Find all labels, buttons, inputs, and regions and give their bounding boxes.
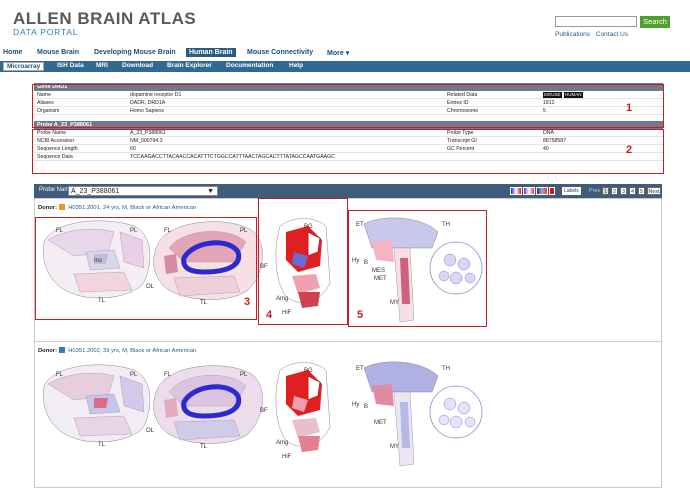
annotation-box-4 [258, 198, 348, 325]
chevron-down-icon: ▾ [345, 50, 350, 57]
region-label-fl: FL [56, 372, 64, 378]
region-label-tl: TL [200, 444, 208, 450]
search-input[interactable] [555, 16, 637, 27]
donor-2-header: Donor: H0351.2002, 39 yrs, M, Black or A… [38, 347, 196, 354]
donor-color-swatch [58, 204, 65, 210]
annotation-number-5: 5 [357, 309, 364, 321]
probe-toolbar: Probe Name: A_23_P388061 ▼ Labels Prev 1… [34, 184, 662, 198]
annotation-number-3: 3 [244, 296, 251, 308]
subnav-documentation[interactable]: Documentation [226, 62, 273, 69]
coronal-slice-view[interactable] [275, 362, 331, 453]
subnav-help[interactable]: Help [289, 62, 303, 69]
nav-home[interactable]: Home [3, 49, 22, 56]
annotation-box-2 [32, 129, 664, 174]
contact-us-link[interactable]: Contact Us [596, 31, 628, 38]
search-button[interactable]: Search [640, 16, 670, 28]
color-scale-selector[interactable] [510, 187, 560, 195]
donor-label: Donor: [38, 348, 57, 354]
annotation-box-3 [35, 217, 257, 320]
donor-label: Donor: [38, 205, 57, 211]
donor-color-swatch [58, 347, 65, 353]
annotation-number-1: 1 [626, 102, 633, 114]
region-label-amg: Amg [276, 440, 288, 446]
donor-2-link[interactable]: H0351.2002, 39 yrs, M, Black or African … [68, 348, 196, 354]
subnav-download[interactable]: Download [122, 62, 153, 69]
region-label-bf: BF [260, 408, 268, 414]
page-1-button[interactable]: 1 [602, 187, 609, 195]
nav-human-brain[interactable]: Human Brain [186, 48, 236, 57]
subnav-mri[interactable]: MRI [96, 62, 108, 69]
region-label-my: MY [390, 444, 399, 450]
color-swatch-icon[interactable] [549, 187, 555, 195]
publications-link[interactable]: Publications [555, 31, 590, 38]
probe-select[interactable]: A_23_P388061 ▼ [68, 186, 218, 196]
subnav-brain-explorer[interactable]: Brain Explorer [167, 62, 212, 69]
region-label-pl: PL [240, 372, 248, 378]
color-scale-icon[interactable] [510, 187, 522, 195]
page-5-button[interactable]: 5 [638, 187, 645, 195]
site-title[interactable]: ALLEN BRAIN ATLAS [13, 9, 196, 29]
donor-1-link[interactable]: H0351.2001, 24 yrs, M, Black or African … [68, 205, 196, 211]
region-label-th: TH [442, 366, 450, 372]
nav-mouse-brain[interactable]: Mouse Brain [37, 49, 79, 56]
sagittal-brainstem-view[interactable] [363, 361, 483, 467]
chevron-down-icon: ▼ [207, 188, 214, 195]
labels-button[interactable]: Labels [562, 187, 581, 195]
region-label-ol: OL [146, 428, 155, 434]
secondary-nav: Microarray ISH Data MRI Download Brain E… [0, 61, 690, 72]
page-4-button[interactable]: 4 [629, 187, 636, 195]
region-label-b: B [364, 404, 368, 410]
region-label-et: ET [356, 366, 364, 372]
nav-mouse-connectivity[interactable]: Mouse Connectivity [247, 49, 313, 56]
page-2-button[interactable]: 2 [611, 187, 618, 195]
prev-link[interactable]: Prev [589, 188, 600, 194]
primary-nav: Home Mouse Brain Developing Mouse Brain … [0, 48, 690, 61]
annotation-box-1 [32, 84, 664, 128]
annotation-box-5 [348, 210, 487, 327]
nav-more[interactable]: More ▾ [327, 49, 349, 57]
region-label-tl: TL [98, 442, 106, 448]
subnav-microarray[interactable]: Microarray [3, 62, 45, 71]
color-scale-icon[interactable] [536, 187, 548, 195]
annotation-number-4: 4 [266, 309, 273, 321]
nav-more-label: More [327, 50, 344, 57]
donor-1-header: Donor: H0351.2001, 24 yrs, M, Black or A… [38, 204, 196, 211]
donor-divider [34, 341, 662, 342]
region-label-pl: PL [130, 372, 138, 378]
region-label-hy: Hy [352, 402, 359, 408]
region-label-met: MET [374, 420, 387, 426]
annotation-number-2: 2 [626, 144, 633, 156]
nav-developing-mouse-brain[interactable]: Developing Mouse Brain [94, 49, 176, 56]
site-subtitle: DATA PORTAL [13, 27, 79, 37]
color-scale-icon[interactable] [523, 187, 535, 195]
page-3-button[interactable]: 3 [620, 187, 627, 195]
subnav-ish-data[interactable]: ISH Data [57, 62, 84, 69]
next-button[interactable]: Next [647, 187, 661, 195]
probe-select-value: A_23_P388061 [71, 188, 120, 195]
region-label-bg: BG [304, 368, 313, 374]
donor-2-brain-views: FL PL TL OL FL PL TL BG BF Amg HiF ET TH… [43, 361, 483, 467]
region-label-fl: FL [164, 372, 172, 378]
region-label-hif: HiF [282, 454, 292, 460]
